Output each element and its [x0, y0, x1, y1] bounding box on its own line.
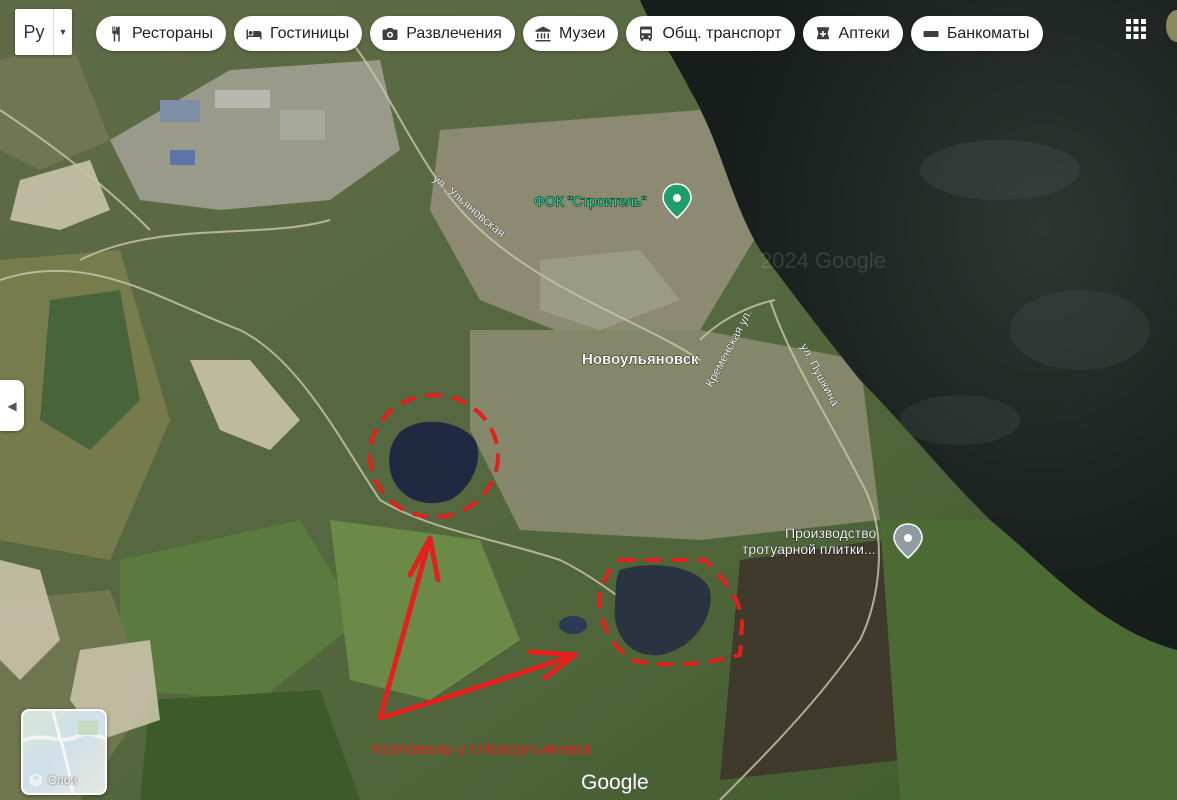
annotation-caption: Котлованы у г.Новоульяновск: [373, 741, 593, 758]
language-switch[interactable]: Ру ▼: [15, 9, 72, 55]
satellite-map[interactable]: ул. Ульяновская Кременская ул. ул. Пушки…: [0, 0, 1177, 800]
chip-museums[interactable]: Музеи: [522, 16, 619, 51]
chip-restaurants[interactable]: Рестораны: [96, 16, 227, 51]
chevron-left-icon: ◀: [7, 398, 17, 413]
chip-label: Гостиницы: [270, 24, 350, 42]
museum-icon: [535, 26, 551, 41]
layers-icon: [29, 773, 43, 787]
chip-label: Рестораны: [132, 24, 214, 42]
place-label-tiles-1[interactable]: Производство: [785, 525, 877, 542]
layers-label: Слои: [48, 773, 78, 787]
layers-button[interactable]: Слои: [21, 709, 107, 795]
fork-knife-icon: [112, 26, 120, 41]
chip-atms[interactable]: Банкоматы: [910, 16, 1043, 51]
chip-label: Музеи: [558, 24, 606, 42]
place-label-fok[interactable]: ФОК "Строитель": [533, 192, 647, 209]
place-label-tiles-2[interactable]: тротуарной плитки...: [742, 541, 876, 558]
atm-icon: [923, 30, 939, 37]
chip-label: Банкоматы: [946, 24, 1030, 42]
imagery-watermark: 2024 Google: [760, 248, 886, 273]
chip-label: Аптеки: [838, 24, 890, 42]
layers-label-wrap: Слои: [29, 773, 77, 787]
pharmacy-icon: [816, 26, 829, 39]
apps-grid-icon[interactable]: [1124, 17, 1148, 41]
bus-icon: [640, 26, 653, 41]
chip-hotels[interactable]: Гостиницы: [234, 16, 363, 51]
collapse-panel-button[interactable]: ◀: [0, 380, 24, 431]
chip-pharmacies[interactable]: Аптеки: [802, 16, 903, 51]
category-chips: Рестораны Гостиницы Развлечения Музеи Об…: [96, 16, 1043, 51]
chip-transit[interactable]: Общ. транспорт: [626, 16, 795, 51]
pond-small: [559, 616, 587, 634]
camera-icon: [382, 27, 398, 40]
bed-icon: [246, 29, 262, 39]
chip-label: Развлечения: [406, 24, 502, 42]
chip-label: Общ. транспорт: [662, 24, 782, 42]
caret-down-icon[interactable]: ▼: [53, 9, 72, 55]
city-label: Новоульяновск: [582, 351, 699, 368]
google-logo: Google: [581, 771, 649, 794]
chip-entertainment[interactable]: Развлечения: [370, 16, 515, 51]
language-label: Ру: [23, 21, 45, 42]
